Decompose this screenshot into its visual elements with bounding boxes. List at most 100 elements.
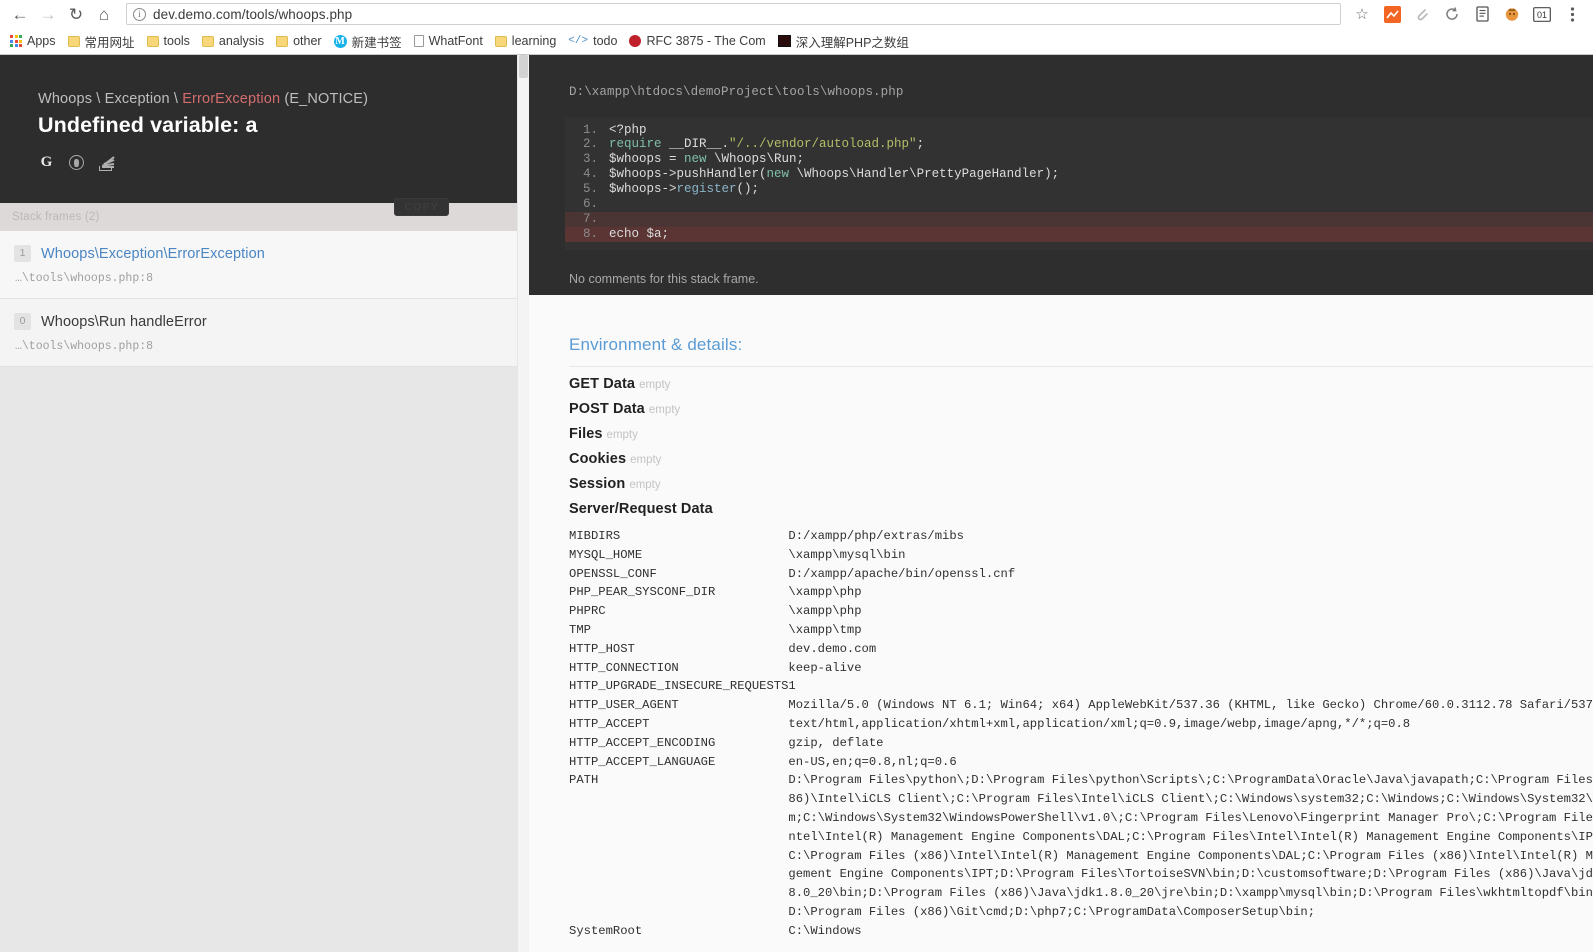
bookmark-label: analysis — [218, 34, 265, 48]
exception-type-suffix: (E_NOTICE) — [280, 91, 369, 107]
stack-frame-number: 0 — [14, 313, 31, 330]
server-data-value: D:\Program Files\python\;D:\Program File… — [788, 773, 1593, 919]
left-panel-scrollbar[interactable] — [517, 55, 529, 952]
dark-square-icon — [777, 35, 791, 47]
google-search-icon[interactable]: G — [38, 154, 55, 171]
bookmark-folder-common-sites[interactable]: 常用网址 — [62, 30, 141, 52]
history-extension-icon[interactable] — [1437, 2, 1467, 26]
bookmark-folder-other[interactable]: other — [270, 30, 328, 52]
exception-message: Undefined variable: a — [38, 113, 258, 137]
server-data-value: \xampp\mysql\bin — [788, 547, 906, 562]
address-bar[interactable]: i dev.demo.com/tools/whoops.php — [126, 3, 1341, 25]
reload-icon[interactable]: ↻ — [62, 2, 90, 26]
exception-type-prefix: Whoops \ Exception \ — [38, 91, 183, 107]
server-data-value: keep-alive — [788, 660, 862, 675]
bookmarks-bar: Apps 常用网址 tools analysis other M 新建书签 Wh… — [0, 28, 1593, 54]
code-line: 7. — [565, 212, 1593, 228]
stack-frame-header: 1 Whoops\Exception\ErrorException — [14, 245, 513, 262]
stackoverflow-search-icon[interactable] — [98, 154, 115, 171]
left-panel: Whoops \ Exception \ ErrorException (E_N… — [0, 55, 529, 952]
server-data-value: D:/xampp/apache/bin/openssl.cnf — [788, 566, 1016, 581]
bookmark-todo[interactable]: </> todo — [562, 30, 623, 52]
env-section-get-data: GET Data empty — [529, 367, 1593, 392]
env-section-empty: empty — [629, 479, 661, 491]
server-data-key: HTTP_USER_AGENT — [569, 698, 679, 713]
server-data-key: HTTP_CONNECTION — [569, 660, 679, 675]
bookmark-whatfont[interactable]: WhatFont — [408, 30, 489, 52]
server-data-row: MIBDIRS D:/xampp/php/extras/mibs — [529, 527, 1593, 546]
emoji-extension-icon[interactable] — [1497, 2, 1527, 26]
bookmark-apps[interactable]: Apps — [4, 30, 62, 52]
env-section-label: POST Data — [569, 401, 645, 417]
code-line: 6. — [565, 197, 1593, 213]
bookmark-star-icon[interactable]: ☆ — [1347, 2, 1377, 26]
svg-text:01: 01 — [1537, 10, 1547, 20]
no-comments-message: No comments for this stack frame. — [569, 272, 759, 287]
stack-frame-title: Whoops\Run handleError — [41, 313, 207, 330]
copy-button[interactable]: COPY — [394, 198, 449, 216]
stack-frame-item[interactable]: 1 Whoops\Exception\ErrorException …\tool… — [0, 231, 529, 299]
code-brackets-icon: </> — [568, 35, 589, 47]
code-line: 2. require __DIR__."/../vendor/autoload.p… — [565, 137, 1593, 153]
apps-grid-icon — [10, 35, 22, 47]
server-data-row: OPENSSL_CONF D:/xampp/apache/bin/openssl.… — [529, 565, 1593, 584]
stack-frame-number: 1 — [14, 245, 31, 262]
folder-icon — [67, 35, 80, 47]
duckduckgo-search-icon[interactable] — [68, 154, 85, 171]
server-data-row: HTTP_ACCEPT text/html,application/xhtml+x… — [529, 715, 1593, 734]
whoops-error-page: Whoops \ Exception \ ErrorException (E_N… — [0, 55, 1593, 952]
code-line-number: 2. — [582, 137, 598, 152]
server-data-row: HTTP_ACCEPT_LANGUAGE en-US,en;q=0.8,nl;q=… — [529, 753, 1593, 772]
right-panel: D:\xampp\htdocs\demoProject\tools\whoops… — [529, 55, 1593, 952]
bookmark-label: todo — [593, 34, 618, 48]
bookmark-folder-tools[interactable]: tools — [141, 30, 196, 52]
left-panel-scrollbar-thumb[interactable] — [519, 55, 528, 78]
server-data-key: SystemRoot — [569, 923, 643, 938]
server-data-value: dev.demo.com — [788, 641, 877, 656]
code-line: 3. $whoops = new \Whoops\Run; — [565, 152, 1593, 168]
server-data-value: \xampp\php — [788, 604, 862, 619]
code-line: 5. $whoops->register(); — [565, 182, 1593, 198]
server-data-row: PATH D:\Program Files\python\;D:\Program … — [529, 771, 1593, 921]
server-data-value: \xampp\php — [788, 585, 862, 600]
server-data-row: SystemRoot C:\Windows — [529, 922, 1593, 941]
bookmark-label: learning — [511, 34, 557, 48]
server-request-data-table: MIBDIRS D:/xampp/php/extras/mibs MYSQL_HOM… — [529, 527, 1593, 941]
env-section-empty: empty — [639, 379, 671, 391]
env-section-empty: empty — [648, 404, 681, 416]
env-section-label: Session — [569, 476, 626, 492]
clip-extension-icon[interactable] — [1407, 2, 1437, 26]
code-line-text: $whoops->register(); — [609, 182, 760, 197]
reader-extension-icon[interactable] — [1467, 2, 1497, 26]
server-data-key: HTTP_UPGRADE_INSECURE_REQUESTS — [569, 679, 789, 694]
code-line-number: 6. — [582, 197, 598, 212]
back-icon[interactable]: ← — [6, 2, 34, 26]
code-line-text: echo $a; — [609, 226, 670, 241]
server-data-value: \xampp\tmp — [788, 622, 862, 637]
server-data-row: HTTP_ACCEPT_ENCODING gzip, deflate — [529, 734, 1593, 753]
environment-area: Environment & details: GET Data empty POS… — [529, 295, 1593, 952]
stack-frames-list: 1 Whoops\Exception\ErrorException …\tool… — [0, 231, 529, 367]
server-data-key: HTTP_ACCEPT_LANGUAGE — [569, 754, 716, 769]
analytics-extension-icon[interactable] — [1377, 2, 1407, 26]
env-section-session: Session empty — [529, 467, 1593, 492]
bookmark-folder-learning[interactable]: learning — [489, 30, 562, 52]
bookmark-new-bookmark[interactable]: M 新建书签 — [328, 30, 408, 52]
bookmark-folder-analysis[interactable]: analysis — [196, 30, 270, 52]
server-data-value: C:\Windows — [788, 923, 862, 938]
code-line-text: require __DIR__."/../vendor/autoload.php… — [609, 137, 925, 152]
env-section-label: Server/Request Data — [569, 501, 713, 517]
browser-chrome: ← → ↻ ⌂ i dev.demo.com/tools/whoops.php … — [0, 0, 1593, 55]
bookmark-label: tools — [163, 34, 190, 48]
search-links-row: G — [38, 154, 499, 171]
stack-frame-item[interactable]: 0 Whoops\Run handleError …\tools\whoops.… — [0, 299, 529, 367]
bookmark-rfc-3875[interactable]: RFC 3875 - The Com — [623, 30, 771, 52]
forward-icon[interactable]: → — [34, 2, 62, 26]
bookmark-php-arrays[interactable]: 深入理解PHP之数组 — [772, 30, 915, 52]
menu-icon[interactable] — [1557, 2, 1587, 26]
site-info-icon[interactable]: i — [133, 7, 146, 21]
home-icon[interactable]: ⌂ — [90, 2, 118, 26]
counter-extension-icon[interactable]: 01 — [1527, 2, 1557, 26]
server-data-key: PHPRC — [569, 604, 606, 619]
code-line-number: 8. — [582, 226, 598, 241]
